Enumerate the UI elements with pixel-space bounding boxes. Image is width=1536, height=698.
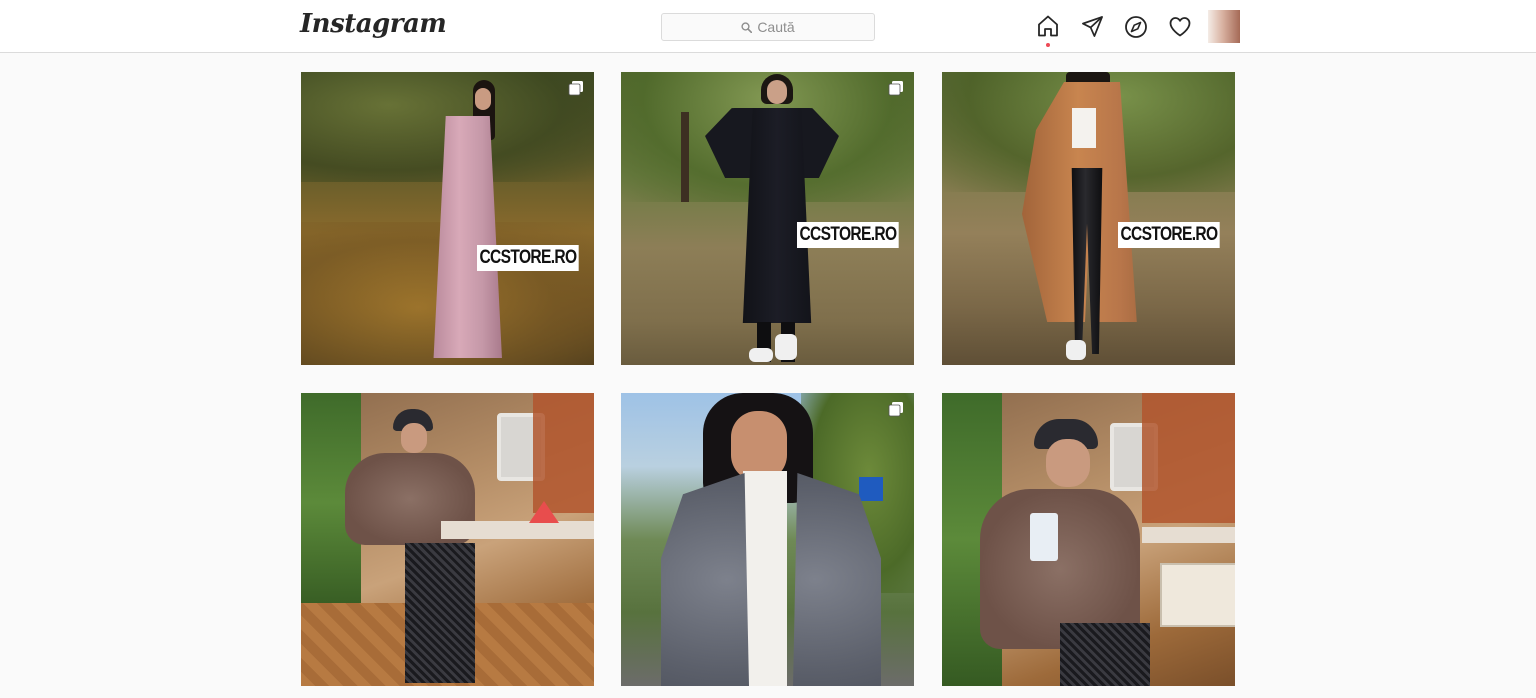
patterned-tights <box>1060 623 1150 686</box>
top-navigation-bar: Instagram Caută <box>0 0 1536 53</box>
face <box>1046 439 1090 487</box>
profile-avatar[interactable] <box>1208 10 1240 43</box>
brick-wall <box>1142 393 1235 523</box>
sneaker <box>1066 340 1086 360</box>
post-thumbnail[interactable]: CCSTORE.RO <box>301 72 594 365</box>
multiple-images-icon <box>568 81 583 96</box>
sneaker <box>775 334 797 360</box>
search-placeholder: Caută <box>757 19 795 35</box>
patterned-tights <box>405 543 475 683</box>
tree-trunk <box>681 112 689 202</box>
face <box>401 423 427 453</box>
cafe-table <box>1160 563 1235 627</box>
active-indicator-dot <box>1046 43 1050 47</box>
sneaker <box>749 348 773 362</box>
post-watermark: CCSTORE.RO <box>1118 222 1220 248</box>
explore-icon[interactable] <box>1124 15 1148 39</box>
post-watermark: CCSTORE.RO <box>797 222 899 248</box>
post-thumbnail[interactable]: CCSTORE.RO <box>942 72 1235 365</box>
post-thumbnail[interactable]: CCSTORE.RO <box>621 72 914 365</box>
post-thumbnail[interactable] <box>301 393 594 686</box>
instagram-logo[interactable]: Instagram <box>300 9 447 39</box>
face <box>475 88 491 110</box>
brick-wall <box>533 393 594 513</box>
face <box>767 80 787 104</box>
cafe-table <box>1142 527 1235 543</box>
white-top <box>1072 108 1096 148</box>
multiple-images-icon <box>888 402 903 417</box>
home-icon[interactable] <box>1036 14 1060 38</box>
post-watermark: CCSTORE.RO <box>477 245 579 271</box>
cafe-table <box>441 521 594 539</box>
white-turtleneck <box>743 471 787 686</box>
activity-heart-icon[interactable] <box>1168 15 1192 39</box>
post-thumbnail[interactable] <box>942 393 1235 686</box>
direct-message-icon[interactable] <box>1081 15 1105 39</box>
post-thumbnail[interactable] <box>621 393 914 686</box>
drink-cup <box>1030 513 1058 561</box>
search-icon <box>741 21 753 33</box>
road-sign <box>859 477 883 501</box>
multiple-images-icon <box>888 81 903 96</box>
search-input[interactable]: Caută <box>661 13 875 41</box>
